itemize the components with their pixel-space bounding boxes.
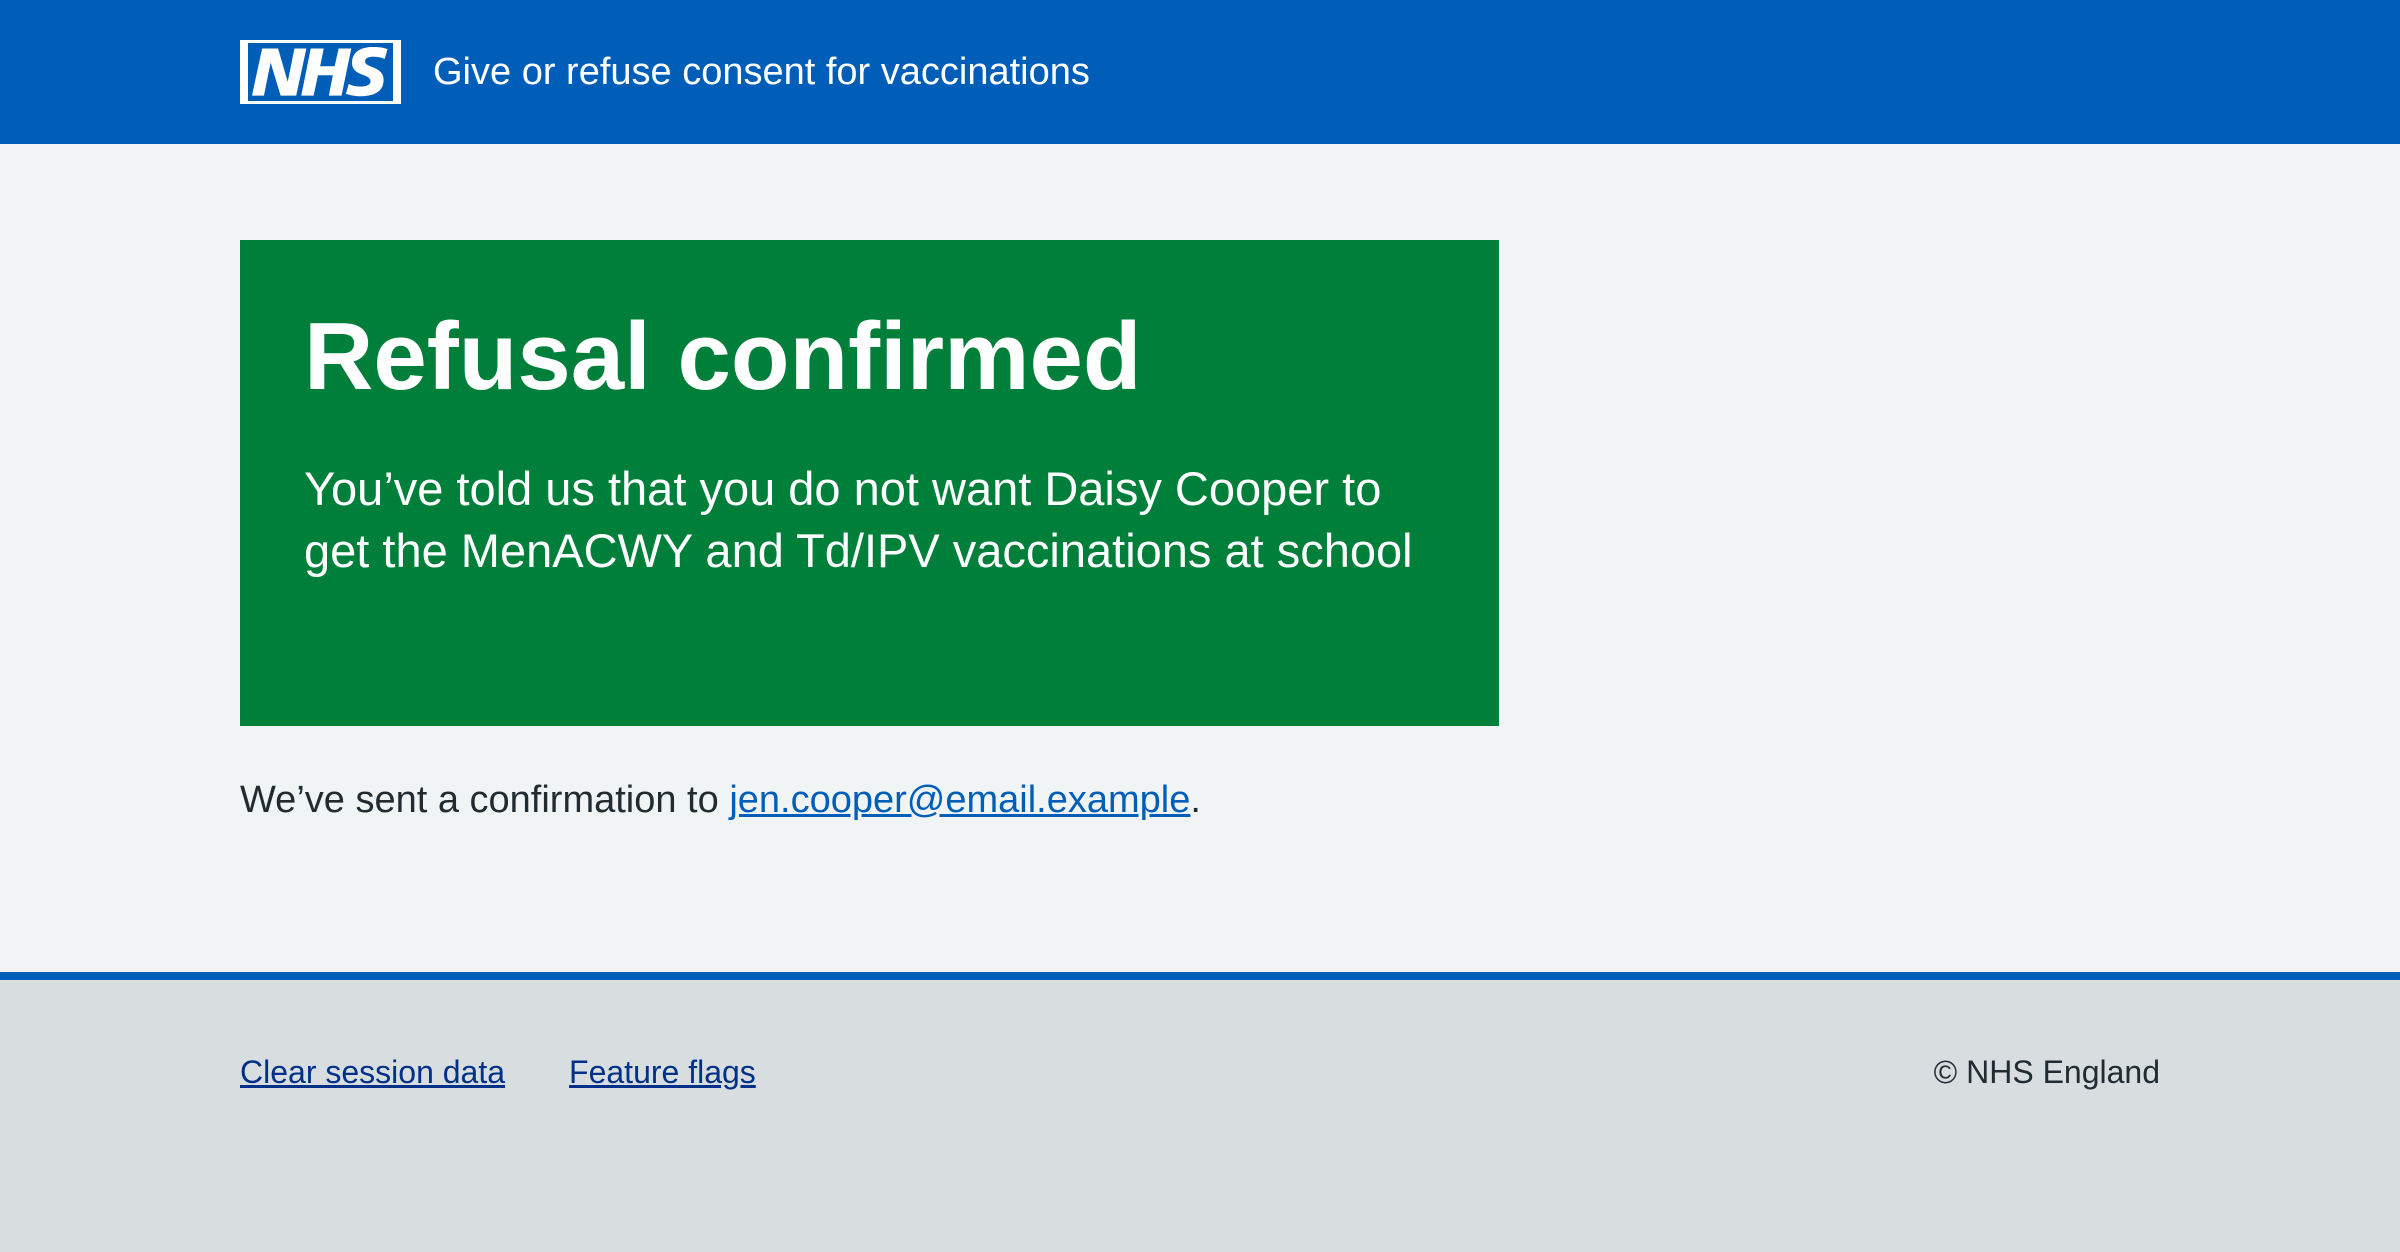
footer-links: Clear session data Feature flags bbox=[240, 1054, 756, 1091]
panel-title: Refusal confirmed bbox=[304, 303, 1142, 410]
confirmation-suffix: . bbox=[1190, 779, 1201, 821]
panel-body: You’ve told us that you do not want Dais… bbox=[304, 462, 1413, 577]
nhs-logo[interactable] bbox=[240, 40, 401, 104]
feature-flags-link[interactable]: Feature flags bbox=[569, 1054, 756, 1091]
copyright: © NHS England bbox=[1933, 1054, 2160, 1090]
site-header: Give or refuse consent for vaccinations bbox=[0, 0, 2400, 144]
service-name-link[interactable]: Give or refuse consent for vaccinations bbox=[433, 40, 1090, 104]
site-footer: Clear session data Feature flags © NHS E… bbox=[0, 972, 2400, 1252]
header-inner: Give or refuse consent for vaccinations bbox=[240, 40, 1090, 104]
clear-session-data-link[interactable]: Clear session data bbox=[240, 1054, 505, 1091]
main-content: Refusal confirmed You’ve told us that yo… bbox=[0, 144, 2400, 972]
confirmation-prefix: We’ve sent a confirmation to bbox=[240, 779, 730, 821]
email-link[interactable]: jen.cooper@email.example bbox=[729, 779, 1190, 821]
nhs-logo-icon bbox=[248, 43, 393, 101]
confirmation-message: We’ve sent a confirmation to jen.cooper@… bbox=[240, 770, 1201, 830]
confirmation-panel: Refusal confirmed You’ve told us that yo… bbox=[240, 240, 1499, 726]
